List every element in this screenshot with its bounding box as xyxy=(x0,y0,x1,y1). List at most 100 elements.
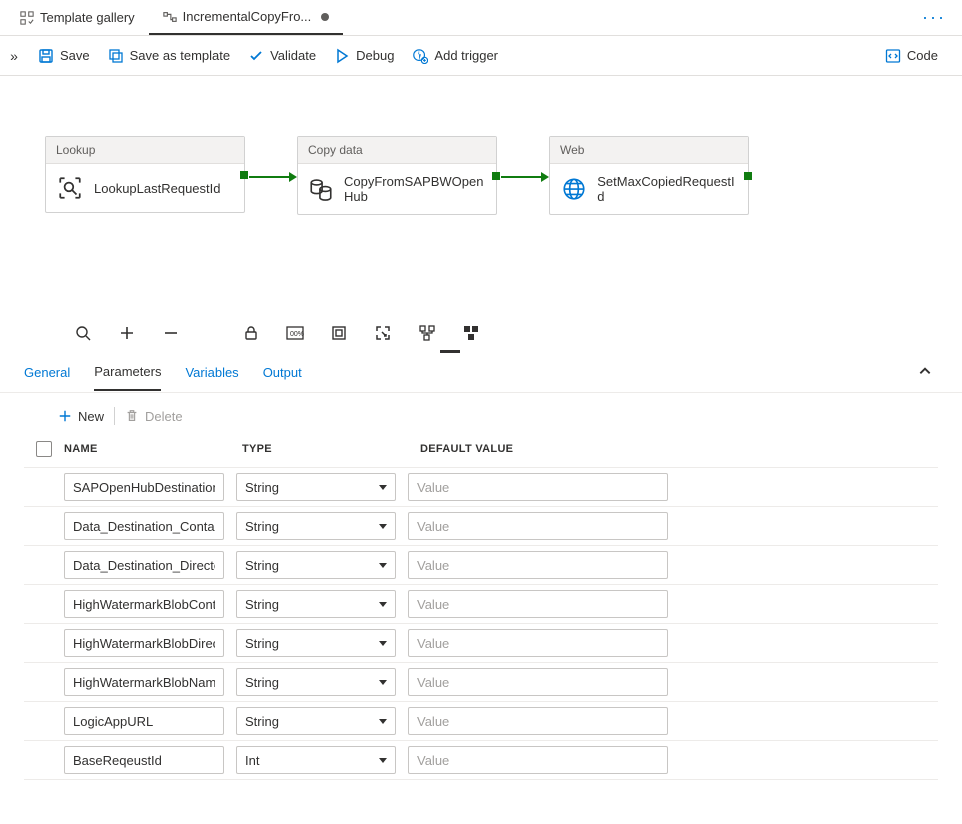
collapse-panel-button[interactable] xyxy=(918,364,938,381)
fit-to-screen-icon[interactable] xyxy=(330,324,348,342)
button-label: Add trigger xyxy=(434,48,498,63)
column-header-type[interactable]: TYPE xyxy=(242,443,420,455)
select-value: String xyxy=(245,597,279,612)
parameter-name-input[interactable] xyxy=(64,707,224,735)
activity-copy-data[interactable]: Copy data CopyFromSAPBWOpenHub xyxy=(297,136,497,215)
select-value: String xyxy=(245,480,279,495)
arrow-icon xyxy=(289,172,297,182)
parameter-type-select[interactable]: String xyxy=(236,551,396,579)
parameter-default-input[interactable] xyxy=(408,473,668,501)
output-port[interactable] xyxy=(744,172,752,180)
lookup-icon xyxy=(56,174,84,202)
parameter-name-input[interactable] xyxy=(64,629,224,657)
activity-web[interactable]: Web SetMaxCopiedRequestId xyxy=(549,136,749,215)
lock-icon[interactable] xyxy=(242,324,260,342)
save-icon xyxy=(38,48,54,64)
table-header-row: NAME TYPE DEFAULT VALUE xyxy=(24,431,938,468)
select-all-checkbox[interactable] xyxy=(36,441,52,457)
parameter-default-input[interactable] xyxy=(408,668,668,696)
parameter-type-select[interactable]: String xyxy=(236,707,396,735)
parameter-type-select[interactable]: String xyxy=(236,590,396,618)
canvas-toolbar: 00% xyxy=(0,316,962,350)
button-label: Validate xyxy=(270,48,316,63)
save-as-template-button[interactable]: Save as template xyxy=(108,48,230,64)
connector-success[interactable] xyxy=(249,176,289,178)
button-label: Delete xyxy=(145,409,183,424)
button-label: Save as template xyxy=(130,48,230,63)
column-header-default[interactable]: DEFAULT VALUE xyxy=(420,443,688,455)
plus-icon xyxy=(58,409,72,423)
debug-button[interactable]: Debug xyxy=(334,48,394,64)
table-row: String xyxy=(24,702,938,741)
chevron-down-icon xyxy=(379,758,387,763)
activity-lookup[interactable]: Lookup LookupLastRequestId xyxy=(45,136,245,213)
parameter-default-input[interactable] xyxy=(408,551,668,579)
activity-name-label: LookupLastRequestId xyxy=(94,181,220,196)
validate-button[interactable]: Validate xyxy=(248,48,316,64)
code-button[interactable]: Code xyxy=(885,48,938,64)
tab-variables[interactable]: Variables xyxy=(185,355,238,390)
save-button[interactable]: Save xyxy=(38,48,90,64)
table-row: String xyxy=(24,468,938,507)
auto-align-icon[interactable] xyxy=(418,324,436,342)
parameter-default-input[interactable] xyxy=(408,590,668,618)
more-actions-button[interactable]: ··· xyxy=(912,7,956,28)
add-button[interactable] xyxy=(118,324,136,342)
tab-label: IncrementalCopyFro... xyxy=(183,9,312,24)
chevron-down-icon xyxy=(379,524,387,529)
parameter-type-select[interactable]: String xyxy=(236,473,396,501)
parameters-table: NAME TYPE DEFAULT VALUE String String St… xyxy=(0,431,962,800)
output-port[interactable] xyxy=(492,172,500,180)
parameter-default-input[interactable] xyxy=(408,746,668,774)
pipeline-icon xyxy=(163,10,177,24)
layout-icon[interactable] xyxy=(462,324,480,342)
expand-panel-button[interactable]: » xyxy=(0,48,28,64)
new-parameter-button[interactable]: New xyxy=(58,409,104,424)
parameter-type-select[interactable]: String xyxy=(236,512,396,540)
parameter-type-select[interactable]: Int xyxy=(236,746,396,774)
parameter-name-input[interactable] xyxy=(64,746,224,774)
fullscreen-icon[interactable] xyxy=(374,324,392,342)
parameters-toolbar: New Delete xyxy=(0,393,962,431)
select-value: String xyxy=(245,558,279,573)
copy-data-icon xyxy=(308,175,334,203)
code-icon xyxy=(885,48,901,64)
select-value: String xyxy=(245,675,279,690)
pipeline-canvas[interactable]: Lookup LookupLastRequestId Copy data Cop… xyxy=(0,76,962,316)
parameter-name-input[interactable] xyxy=(64,668,224,696)
svg-text:00%: 00% xyxy=(290,331,304,338)
tab-template-gallery[interactable]: Template gallery xyxy=(6,0,149,35)
tab-parameters[interactable]: Parameters xyxy=(94,354,161,391)
parameter-default-input[interactable] xyxy=(408,512,668,540)
parameter-type-select[interactable]: String xyxy=(236,668,396,696)
parameter-name-input[interactable] xyxy=(64,590,224,618)
tab-output[interactable]: Output xyxy=(263,355,302,390)
parameter-default-input[interactable] xyxy=(408,707,668,735)
table-row: String xyxy=(24,546,938,585)
connector-success[interactable] xyxy=(501,176,541,178)
parameter-name-input[interactable] xyxy=(64,473,224,501)
select-value: String xyxy=(245,636,279,651)
parameter-name-input[interactable] xyxy=(64,512,224,540)
unsaved-indicator-icon xyxy=(321,13,329,21)
zoom-percent-icon[interactable]: 00% xyxy=(286,324,304,342)
tab-pipeline[interactable]: IncrementalCopyFro... xyxy=(149,0,344,35)
chevron-down-icon xyxy=(379,485,387,490)
delete-parameter-button: Delete xyxy=(125,409,183,424)
remove-button[interactable] xyxy=(162,324,180,342)
tab-general[interactable]: General xyxy=(24,355,70,390)
parameter-name-input[interactable] xyxy=(64,551,224,579)
arrow-icon xyxy=(541,172,549,182)
add-trigger-button[interactable]: Add trigger xyxy=(412,48,498,64)
zoom-in-icon[interactable] xyxy=(74,324,92,342)
activity-type-label: Web xyxy=(550,137,748,164)
table-row: String xyxy=(24,507,938,546)
output-port[interactable] xyxy=(240,171,248,179)
trash-icon xyxy=(125,409,139,423)
parameter-type-select[interactable]: String xyxy=(236,629,396,657)
table-row: String xyxy=(24,663,938,702)
table-row: Int xyxy=(24,741,938,780)
chevron-down-icon xyxy=(379,680,387,685)
column-header-name[interactable]: NAME xyxy=(64,443,242,455)
parameter-default-input[interactable] xyxy=(408,629,668,657)
